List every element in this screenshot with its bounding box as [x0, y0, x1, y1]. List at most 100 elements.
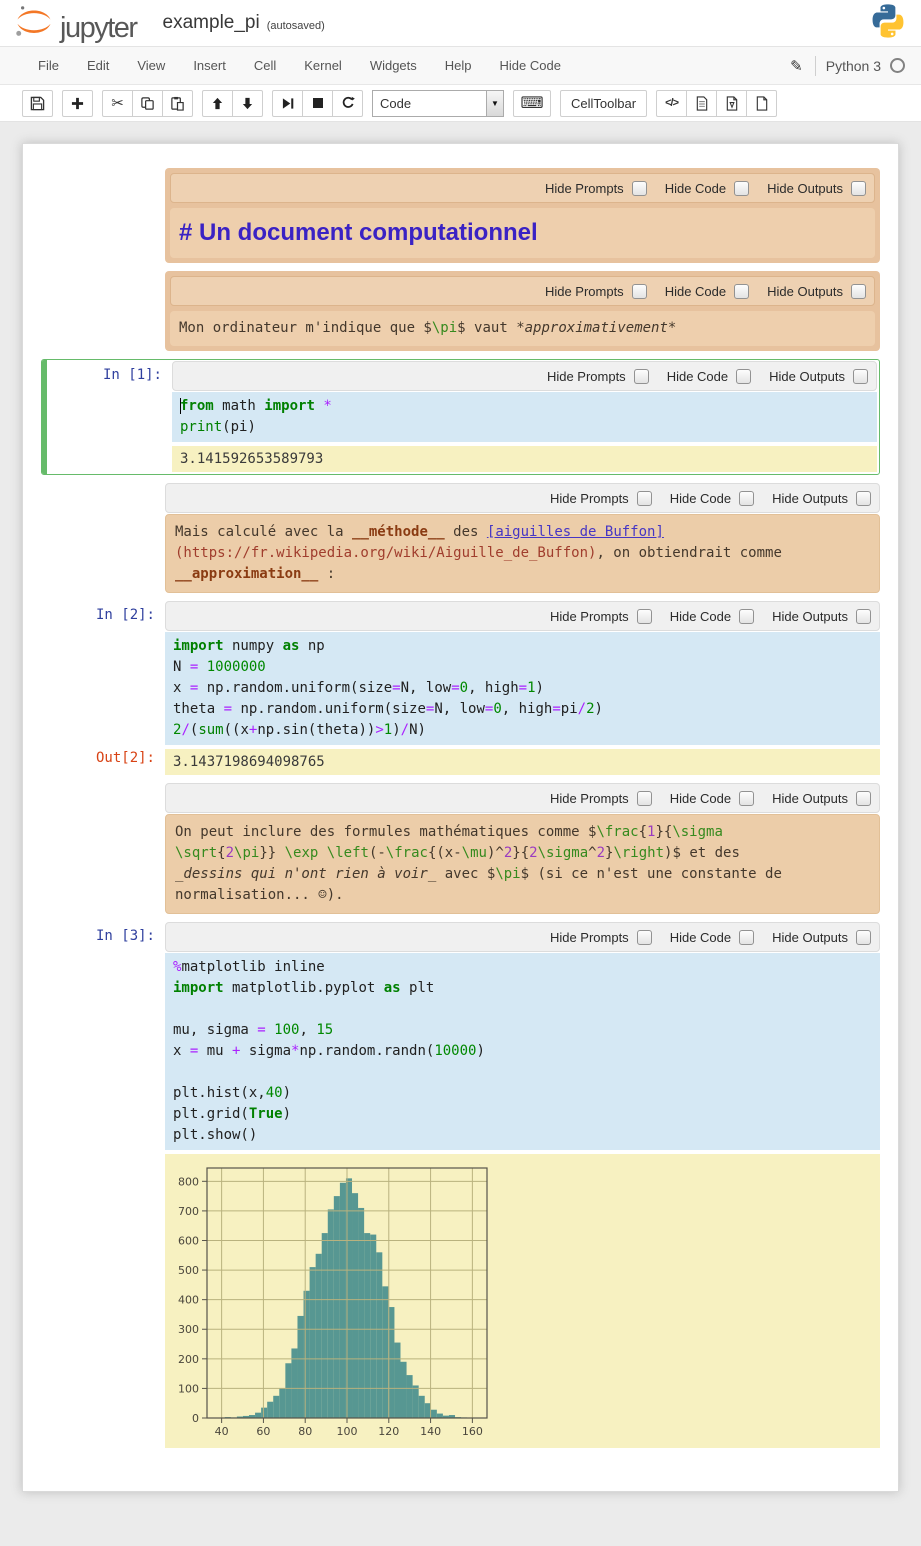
- save-button[interactable]: [22, 90, 53, 117]
- hide-code-checkbox[interactable]: [739, 791, 754, 806]
- menu-item-view[interactable]: View: [123, 58, 179, 73]
- hide-code-checkbox[interactable]: [734, 284, 749, 299]
- hide-outputs-label: Hide Outputs: [767, 181, 843, 196]
- cell-content: Hide Prompts Hide Code Hide Outputs from ma…: [172, 361, 877, 442]
- move-cell-up-button[interactable]: [202, 90, 233, 117]
- svg-text:500: 500: [178, 1264, 199, 1277]
- input-prompt: In [2]:: [41, 601, 165, 745]
- code-icon: </>: [665, 97, 678, 109]
- copy-cell-button[interactable]: [132, 90, 163, 117]
- hide-prompts-checkbox[interactable]: [634, 369, 649, 384]
- jupyter-logo[interactable]: jupyter: [14, 4, 137, 43]
- markdown-unrendered-area: Hide Prompts Hide Code Hide Outputs # Un do…: [165, 168, 880, 263]
- paste-cell-button[interactable]: [162, 90, 193, 117]
- hide-outputs-label: Hide Outputs: [772, 930, 848, 945]
- hide-outputs-checkbox[interactable]: [851, 284, 866, 299]
- python-logo-icon: [869, 2, 907, 45]
- hide-outputs-checkbox[interactable]: [853, 369, 868, 384]
- hide-prompts-checkbox[interactable]: [632, 181, 647, 196]
- code-editor[interactable]: from math import *print(pi): [172, 392, 877, 442]
- code-cell-3: In [1]: Hide Prompts Hide Code Hide Outputs…: [41, 359, 880, 475]
- hide-prompts-checkbox[interactable]: [637, 791, 652, 806]
- hide-prompts-label: Hide Prompts: [547, 369, 626, 384]
- hide-outputs-checkbox[interactable]: [856, 791, 871, 806]
- output-prompt: Out[2]:: [41, 745, 165, 775]
- markdown-source[interactable]: # Un document computationnel: [170, 208, 875, 258]
- menu-item-file[interactable]: File: [24, 58, 73, 73]
- input-prompt: In [1]:: [48, 361, 172, 442]
- command-palette-button[interactable]: ⌨: [513, 90, 551, 117]
- hide-code-label: Hide Code: [665, 284, 726, 299]
- hide-prompts-label: Hide Prompts: [550, 609, 629, 624]
- jupyter-logo-text: jupyter: [60, 13, 137, 43]
- hide-prompts-label: Hide Prompts: [550, 491, 629, 506]
- select-dropdown-icon: ▼: [486, 91, 503, 116]
- new-file-button[interactable]: [746, 90, 777, 117]
- plot-output: 4060801001201401600100200300400500600700…: [165, 1154, 880, 1448]
- markdown-cell-1: Hide Prompts Hide Code Hide Outputs # Un do…: [41, 168, 880, 263]
- hide-code-checkbox[interactable]: [739, 491, 754, 506]
- menu-item-widgets[interactable]: Widgets: [356, 58, 431, 73]
- hide-outputs-label: Hide Outputs: [769, 369, 845, 384]
- toggle-code-button[interactable]: </>: [656, 90, 687, 117]
- hide-code-checkbox[interactable]: [734, 181, 749, 196]
- markdown-cell-2: Hide PromptsHide CodeHide OutputsMon ord…: [41, 271, 880, 351]
- code-editor[interactable]: import numpy as npN = 1000000x = np.rand…: [165, 632, 880, 745]
- celltoolbar-button[interactable]: CellToolbar: [560, 90, 647, 117]
- hide-outputs-checkbox[interactable]: [856, 491, 871, 506]
- hide-code-label: Hide Code: [667, 369, 728, 384]
- hide-outputs-checkbox[interactable]: [856, 930, 871, 945]
- hide-prompts-checkbox[interactable]: [637, 930, 652, 945]
- jupyter-logo-icon: [14, 4, 54, 43]
- keyboard-icon: ⌨: [520, 93, 543, 113]
- hide-prompts-checkbox[interactable]: [637, 609, 652, 624]
- code-editor[interactable]: %matplotlib inlineimport matplotlib.pypl…: [165, 953, 880, 1150]
- input-prompt: [41, 483, 165, 593]
- menu-item-cell[interactable]: Cell: [240, 58, 290, 73]
- restart-kernel-button[interactable]: [332, 90, 363, 117]
- code-cell-5: In [2]:Hide PromptsHide CodeHide Outputs…: [41, 601, 880, 775]
- output-prompt: [41, 1150, 165, 1448]
- hide-code-checkbox[interactable]: [739, 609, 754, 624]
- hide-prompts-checkbox[interactable]: [637, 491, 652, 506]
- svg-text:100: 100: [178, 1382, 199, 1395]
- markdown-source[interactable]: Mais calculé avec la __méthode__ des [ai…: [165, 514, 880, 593]
- svg-text:60: 60: [256, 1425, 270, 1438]
- export-doc-button[interactable]: [686, 90, 717, 117]
- hide-outputs-checkbox[interactable]: [856, 609, 871, 624]
- hide-prompts-label: Hide Prompts: [550, 791, 629, 806]
- hide-prompts-label: Hide Prompts: [545, 181, 624, 196]
- menu-item-kernel[interactable]: Kernel: [290, 58, 356, 73]
- hide-code-label: Hide Code: [665, 181, 726, 196]
- hide-prompts-checkbox[interactable]: [632, 284, 647, 299]
- notebook-container: Hide PromptsHide CodeHide Outputs# Un do…: [22, 143, 899, 1492]
- hide-outputs-checkbox[interactable]: [851, 181, 866, 196]
- cut-cell-button[interactable]: ✂: [102, 90, 133, 117]
- cell-type-select[interactable]: Code ▼: [372, 90, 504, 117]
- menu-item-edit[interactable]: Edit: [73, 58, 123, 73]
- hide-code-checkbox[interactable]: [739, 930, 754, 945]
- hide-prompts-label: Hide Prompts: [550, 930, 629, 945]
- move-cell-down-button[interactable]: [232, 90, 263, 117]
- cell-content: Hide PromptsHide CodeHide OutputsOn peut…: [165, 783, 880, 914]
- hide-code-checkbox[interactable]: [736, 369, 751, 384]
- cell-content: Hide PromptsHide CodeHide Outputs%matplo…: [165, 922, 880, 1150]
- stop-button[interactable]: [302, 90, 333, 117]
- export-pdf-button[interactable]: [716, 90, 747, 117]
- notebook-title[interactable]: example_pi: [163, 12, 260, 34]
- menu-item-hide-code[interactable]: Hide Code: [486, 58, 575, 73]
- cell-hide-toolbar: Hide PromptsHide CodeHide Outputs: [165, 483, 880, 513]
- run-cell-button[interactable]: [272, 90, 303, 117]
- autosave-status: (autosaved): [267, 20, 325, 32]
- hide-code-label: Hide Code: [670, 609, 731, 624]
- svg-text:40: 40: [215, 1425, 229, 1438]
- menu-item-help[interactable]: Help: [431, 58, 486, 73]
- markdown-source[interactable]: Mon ordinateur m'indique que $\pi$ vaut …: [170, 311, 875, 346]
- histogram-plot: 4060801001201401600100200300400500600700…: [171, 1156, 811, 1438]
- markdown-source[interactable]: On peut inclure des formules mathématiqu…: [165, 814, 880, 914]
- menu-item-insert[interactable]: Insert: [179, 58, 240, 73]
- add-cell-button[interactable]: [62, 90, 93, 117]
- cell-content: Hide PromptsHide CodeHide OutputsMon ord…: [165, 271, 880, 351]
- hide-outputs-label: Hide Outputs: [772, 791, 848, 806]
- kernel-name-label: Python 3: [826, 58, 881, 74]
